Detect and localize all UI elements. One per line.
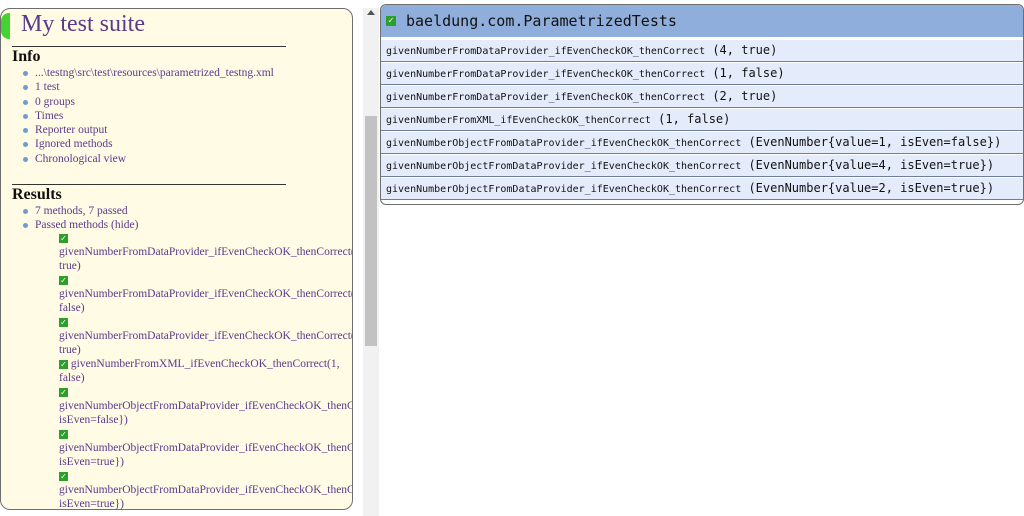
info-item-times[interactable]: Times: [23, 109, 274, 123]
suite-navigator: My test suite Info ...\testng\src\test\r…: [0, 8, 353, 510]
bullet-icon: [23, 113, 28, 119]
navigator-scrollbar[interactable]: [363, 8, 379, 516]
passed-method-item[interactable]: ✓ givenNumberFromDataProvider_ifEvenChec…: [59, 315, 352, 357]
suite-title[interactable]: My test suite: [21, 9, 145, 39]
check-icon: ✓: [59, 317, 68, 327]
bullet-icon: [23, 156, 28, 162]
info-item-xml-file[interactable]: ...\testng\src\test\resources\parametriz…: [23, 66, 274, 80]
results-heading: Results: [12, 186, 62, 203]
info-item-ignored-methods[interactable]: Ignored methods: [23, 137, 274, 151]
test-method-row[interactable]: givenNumberFromDataProvider_ifEvenCheckO…: [381, 63, 1023, 85]
test-method-row[interactable]: givenNumberFromXML_ifEvenCheckOK_thenCor…: [381, 109, 1023, 131]
info-item-tests[interactable]: 1 test: [23, 80, 274, 94]
test-class-panel: ✓ baeldung.com.ParametrizedTests givenNu…: [380, 4, 1024, 205]
scrollbar-thumb[interactable]: [365, 116, 377, 346]
info-item-reporter-output[interactable]: Reporter output: [23, 123, 274, 137]
results-divider: [12, 184, 286, 185]
check-icon: ✓: [59, 429, 68, 439]
check-icon: ✓: [59, 387, 68, 397]
info-list: ...\testng\src\test\resources\parametriz…: [23, 66, 274, 166]
info-item-groups[interactable]: 0 groups: [23, 95, 274, 109]
passed-method-item[interactable]: ✓ givenNumberObjectFromDataProvider_ifEv…: [59, 385, 352, 427]
passed-method-item[interactable]: ✓ givenNumberFromDataProvider_ifEvenChec…: [59, 273, 352, 315]
check-icon: ✓: [59, 275, 68, 285]
scroll-up-arrow-icon[interactable]: [367, 10, 375, 15]
bullet-icon: [23, 142, 28, 148]
passed-method-item[interactable]: ✓ givenNumberObjectFromDataProvider_ifEv…: [59, 469, 352, 509]
bullet-icon: [23, 71, 28, 76]
test-method-row[interactable]: givenNumberObjectFromDataProvider_ifEven…: [381, 155, 1023, 177]
bullet-icon: [23, 128, 28, 134]
check-icon: ✓: [386, 16, 396, 26]
info-heading: Info: [12, 48, 41, 65]
bullet-icon: [23, 209, 28, 214]
passed-method-item[interactable]: ✓ givenNumberObjectFromDataProvider_ifEv…: [59, 427, 352, 469]
info-item-chronological-view[interactable]: Chronological view: [23, 152, 274, 166]
check-icon: ✓: [59, 359, 68, 369]
results-summary: 7 methods, 7 passed: [23, 204, 138, 218]
passed-methods-list: ✓ givenNumberFromDataProvider_ifEvenChec…: [59, 231, 352, 509]
test-method-row[interactable]: givenNumberObjectFromDataProvider_ifEven…: [381, 132, 1023, 154]
test-method-row[interactable]: givenNumberObjectFromDataProvider_ifEven…: [381, 178, 1023, 200]
check-icon: ✓: [59, 233, 68, 243]
suite-status-accent: [1, 13, 10, 39]
bullet-icon: [23, 223, 28, 229]
bullet-icon: [23, 85, 28, 91]
passed-method-item[interactable]: ✓ givenNumberFromXML_ifEvenCheckOK_thenC…: [59, 357, 352, 385]
test-method-row[interactable]: givenNumberFromDataProvider_ifEvenCheckO…: [381, 86, 1023, 108]
info-divider: [12, 46, 286, 47]
check-icon: ✓: [59, 471, 68, 481]
test-class-header: ✓ baeldung.com.ParametrizedTests: [381, 5, 1023, 37]
bullet-icon: [23, 99, 28, 105]
results-list: 7 methods, 7 passed Passed methods (hide…: [23, 204, 138, 233]
test-method-row[interactable]: givenNumberFromDataProvider_ifEvenCheckO…: [381, 40, 1023, 62]
test-class-title: baeldung.com.ParametrizedTests: [406, 12, 677, 30]
passed-method-item[interactable]: ✓ givenNumberFromDataProvider_ifEvenChec…: [59, 231, 352, 273]
navigator-content: Info ...\testng\src\test\resources\param…: [1, 45, 352, 509]
test-method-rows: givenNumberFromDataProvider_ifEvenCheckO…: [381, 40, 1023, 201]
